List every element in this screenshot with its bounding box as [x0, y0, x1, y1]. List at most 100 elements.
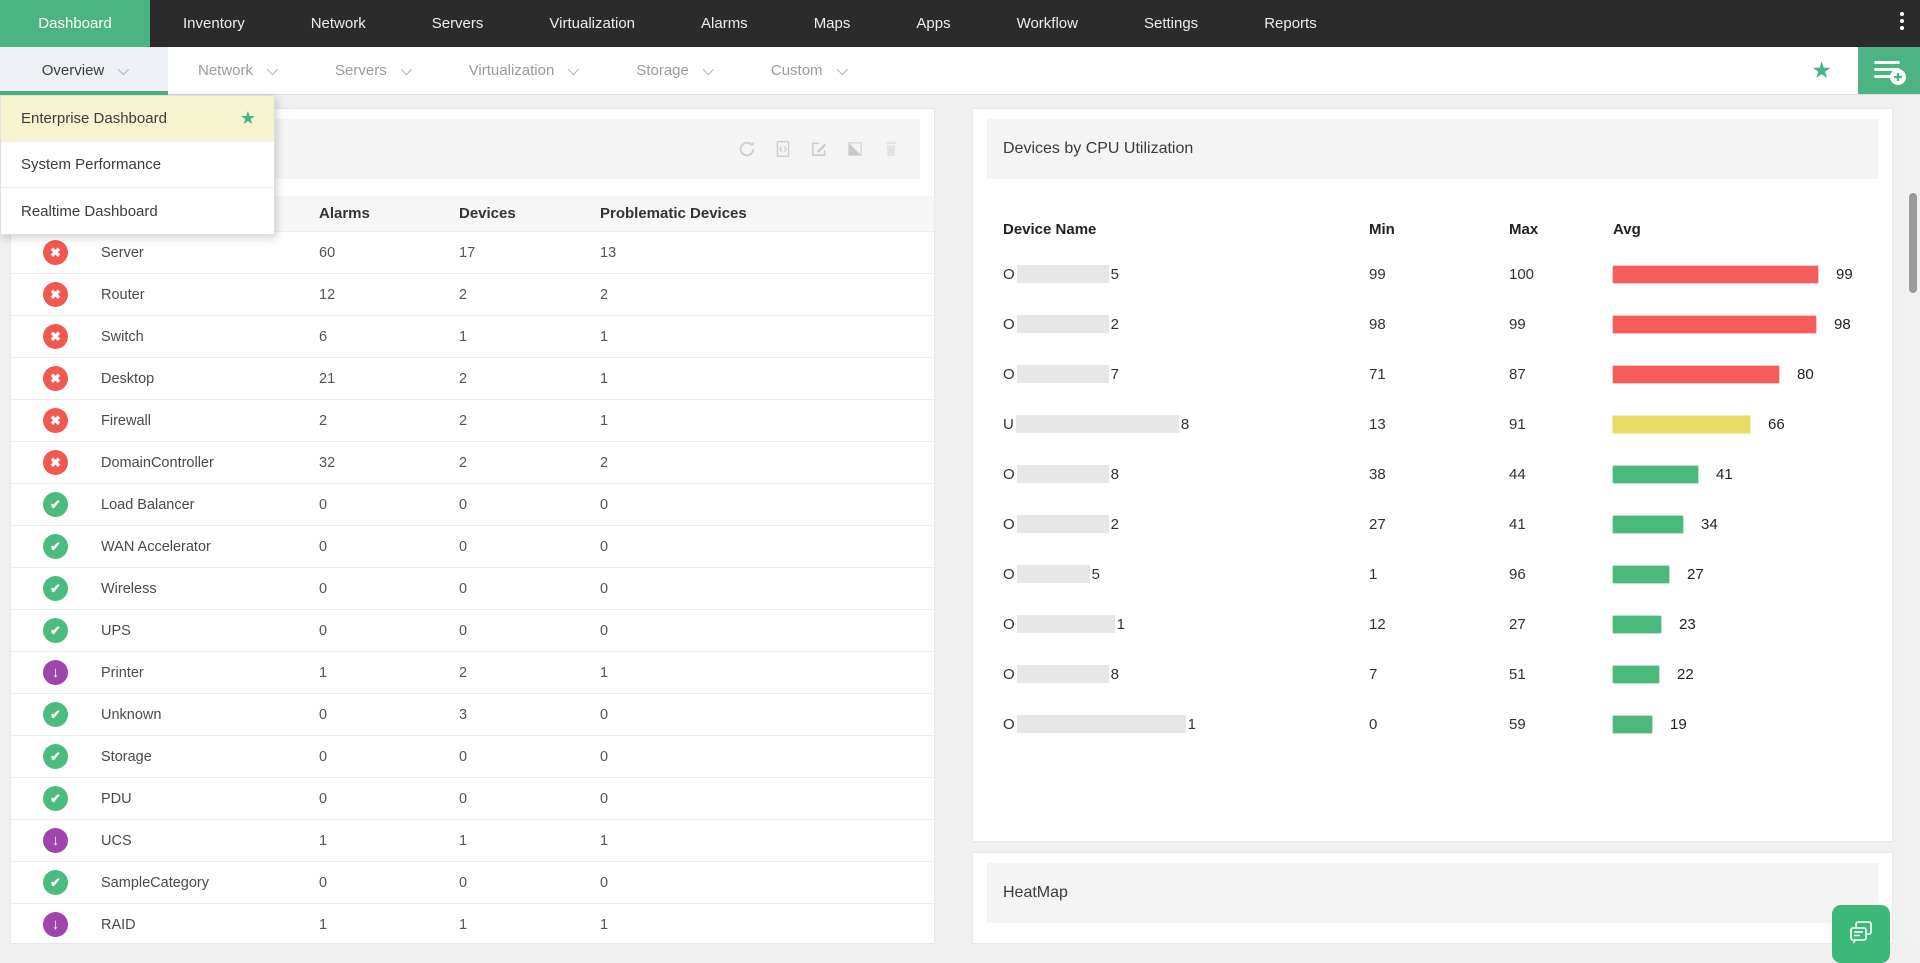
- category-row[interactable]: Load Balancer 0 0 0: [11, 484, 934, 526]
- top-nav-item[interactable]: Dashboard: [0, 0, 150, 47]
- alarms-count: 0: [319, 581, 459, 597]
- category-row[interactable]: Switch 6 1 1: [11, 316, 934, 358]
- device-name-prefix: O: [1003, 566, 1015, 583]
- cpu-row: O 2 98 99 98: [973, 299, 1892, 349]
- column-header-min: Min: [1369, 221, 1509, 238]
- device-name[interactable]: O 2: [1003, 315, 1369, 333]
- alarms-count: 0: [319, 749, 459, 765]
- category-name[interactable]: WAN Accelerator: [101, 539, 319, 555]
- category-name[interactable]: Firewall: [101, 413, 319, 429]
- category-row[interactable]: Storage 0 0 0: [11, 736, 934, 778]
- category-row[interactable]: Server 60 17 13: [11, 232, 934, 274]
- kebab-menu-icon[interactable]: [1900, 12, 1904, 30]
- category-name[interactable]: Desktop: [101, 371, 319, 387]
- dashboard-tab[interactable]: Virtualization: [439, 47, 607, 94]
- category-name[interactable]: Printer: [101, 665, 319, 681]
- avg-bar: [1613, 616, 1661, 633]
- problematic-devices-count: 0: [600, 707, 934, 723]
- min-value: 13: [1369, 416, 1509, 433]
- max-value: 99: [1509, 316, 1613, 333]
- top-nav-item-label: Servers: [432, 15, 484, 32]
- device-name[interactable]: O 1: [1003, 715, 1369, 733]
- category-name[interactable]: PDU: [101, 791, 319, 807]
- category-name[interactable]: Load Balancer: [101, 497, 319, 513]
- category-row[interactable]: SampleCategory 0 0 0: [11, 862, 934, 904]
- alarms-count: 2: [319, 413, 459, 429]
- category-name[interactable]: Switch: [101, 329, 319, 345]
- category-row[interactable]: Firewall 2 2 1: [11, 400, 934, 442]
- status-icon: [43, 618, 68, 643]
- star-icon[interactable]: ★: [1785, 47, 1858, 94]
- category-name[interactable]: Router: [101, 287, 319, 303]
- edit-icon[interactable]: [810, 140, 828, 158]
- top-nav-item[interactable]: Virtualization: [516, 0, 668, 47]
- dashboard-tab[interactable]: Network: [168, 47, 305, 94]
- device-name[interactable]: O 5: [1003, 565, 1369, 583]
- device-name-redaction: [1017, 315, 1109, 333]
- alarms-count: 0: [319, 539, 459, 555]
- category-name[interactable]: SampleCategory: [101, 875, 319, 891]
- top-nav-item[interactable]: Alarms: [668, 0, 781, 47]
- refresh-icon[interactable]: [738, 140, 756, 158]
- device-name[interactable]: O 8: [1003, 665, 1369, 683]
- category-name[interactable]: DomainController: [101, 455, 319, 471]
- category-row[interactable]: Desktop 21 2 1: [11, 358, 934, 400]
- device-name-prefix: U: [1003, 416, 1014, 433]
- category-row[interactable]: UCS 1 1 1: [11, 820, 934, 862]
- top-nav-item[interactable]: Reports: [1231, 0, 1350, 47]
- chat-button[interactable]: [1832, 905, 1890, 963]
- dashboard-menu-item[interactable]: Enterprise Dashboard ★: [1, 96, 274, 142]
- device-name[interactable]: O 7: [1003, 365, 1369, 383]
- category-row[interactable]: Unknown 0 3 0: [11, 694, 934, 736]
- category-name[interactable]: Server: [101, 245, 319, 261]
- top-nav-item[interactable]: Inventory: [150, 0, 278, 47]
- view-data-icon[interactable]: [774, 140, 792, 158]
- device-name[interactable]: O 2: [1003, 515, 1369, 533]
- category-name[interactable]: UCS: [101, 833, 319, 849]
- category-name[interactable]: UPS: [101, 623, 319, 639]
- device-name-redaction: [1017, 465, 1109, 483]
- category-row[interactable]: PDU 0 0 0: [11, 778, 934, 820]
- dashboard-tab[interactable]: Storage: [606, 47, 741, 94]
- publish-icon[interactable]: [846, 140, 864, 158]
- device-name[interactable]: U 8: [1003, 415, 1369, 433]
- category-row[interactable]: RAID 1 1 1: [11, 904, 934, 943]
- device-name[interactable]: O 1: [1003, 615, 1369, 633]
- top-nav-item[interactable]: Workflow: [984, 0, 1111, 47]
- category-row[interactable]: Router 12 2 2: [11, 274, 934, 316]
- status-icon: [43, 870, 68, 895]
- top-nav-item[interactable]: Maps: [781, 0, 884, 47]
- status-icon: [43, 282, 68, 307]
- problematic-devices-count: 1: [600, 917, 934, 933]
- category-name[interactable]: RAID: [101, 917, 319, 933]
- dashboard-tab[interactable]: Custom: [741, 47, 875, 94]
- category-row[interactable]: Wireless 0 0 0: [11, 568, 934, 610]
- category-name[interactable]: Storage: [101, 749, 319, 765]
- min-value: 99: [1369, 266, 1509, 283]
- dashboard-menu-item[interactable]: System Performance ★: [1, 142, 274, 188]
- category-name[interactable]: Wireless: [101, 581, 319, 597]
- device-name[interactable]: O 8: [1003, 465, 1369, 483]
- avg-value: 23: [1679, 616, 1696, 633]
- vertical-scrollbar[interactable]: [1906, 95, 1920, 943]
- category-row[interactable]: Printer 1 2 1: [11, 652, 934, 694]
- delete-icon[interactable]: [882, 140, 900, 158]
- top-nav-item[interactable]: Apps: [883, 0, 983, 47]
- top-nav-item[interactable]: Servers: [399, 0, 517, 47]
- top-nav-item[interactable]: Settings: [1111, 0, 1231, 47]
- problematic-devices-count: 1: [600, 371, 934, 387]
- alarms-count: 12: [319, 287, 459, 303]
- category-row[interactable]: WAN Accelerator 0 0 0: [11, 526, 934, 568]
- dashboard-tab[interactable]: Overview: [0, 47, 168, 94]
- category-row[interactable]: UPS 0 0 0: [11, 610, 934, 652]
- device-name[interactable]: O 5: [1003, 265, 1369, 283]
- devices-count: 2: [459, 371, 600, 387]
- chevron-down-icon: [568, 63, 579, 74]
- dashboard-tab[interactable]: Servers: [305, 47, 439, 94]
- scrollbar-thumb[interactable]: [1909, 193, 1917, 293]
- dashboard-menu-item[interactable]: Realtime Dashboard ★: [1, 188, 274, 234]
- category-name[interactable]: Unknown: [101, 707, 319, 723]
- add-dashboard-button[interactable]: [1858, 47, 1920, 94]
- top-nav-item[interactable]: Network: [278, 0, 399, 47]
- category-row[interactable]: DomainController 32 2 2: [11, 442, 934, 484]
